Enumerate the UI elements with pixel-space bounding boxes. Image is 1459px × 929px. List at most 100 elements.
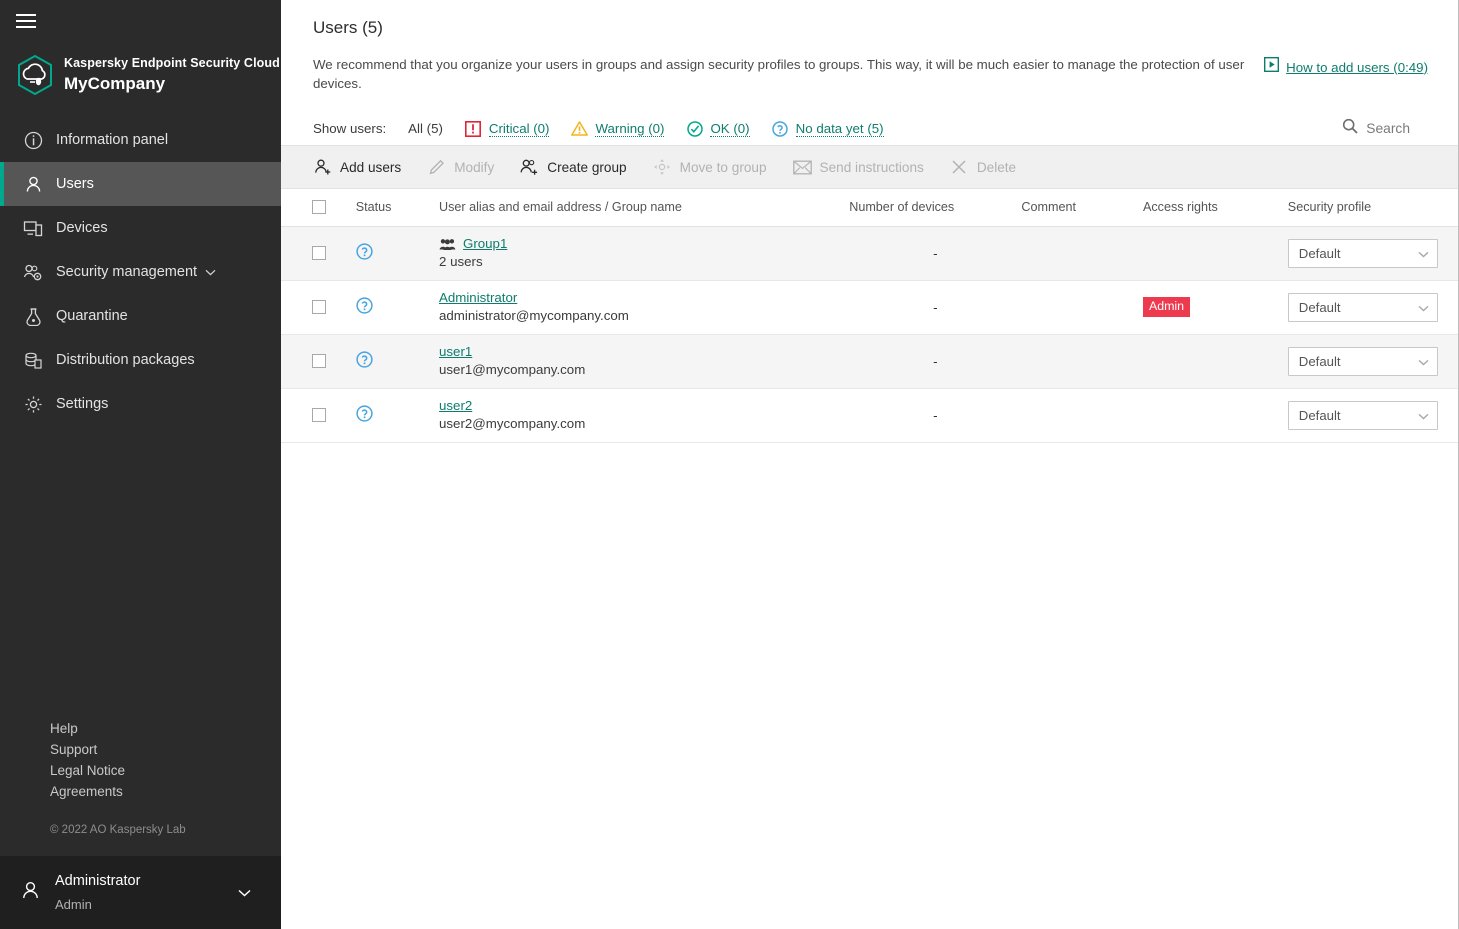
security-profile-select[interactable]: Default xyxy=(1288,347,1438,376)
sidebar-item-information-panel[interactable]: Information panel xyxy=(0,118,281,162)
row-checkbox[interactable] xyxy=(312,300,326,314)
warning-icon xyxy=(571,120,588,137)
users-table: Status User alias and email address / Gr… xyxy=(281,189,1458,443)
sidebar-item-users[interactable]: Users xyxy=(0,162,281,206)
table-row[interactable]: Administrator administrator@mycompany.co… xyxy=(281,280,1458,334)
current-user-role: Admin xyxy=(55,897,92,912)
table-row[interactable]: user1 user1@mycompany.com - Default xyxy=(281,334,1458,388)
security-management-icon xyxy=(22,261,44,283)
show-users-label: Show users: xyxy=(313,121,386,136)
row-comment-cell xyxy=(1021,334,1143,388)
critical-icon xyxy=(465,120,482,137)
main-content: Users (5) We recommend that you organize… xyxy=(281,0,1458,929)
agreements-link[interactable]: Agreements xyxy=(50,781,281,802)
user-name-link[interactable]: user2 xyxy=(439,397,472,415)
table-row[interactable]: user2 user2@mycompany.com - Default xyxy=(281,388,1458,442)
no-data-question-icon xyxy=(356,356,373,371)
product-name: Kaspersky Endpoint Security Cloud xyxy=(64,56,280,72)
toolbar-label: Send instructions xyxy=(820,160,924,175)
sidebar-item-devices[interactable]: Devices xyxy=(0,206,281,250)
chevron-down-icon xyxy=(1418,408,1429,423)
security-profile-value: Default xyxy=(1299,354,1341,369)
column-header-status: Status xyxy=(336,189,439,226)
no-data-question-icon xyxy=(356,248,373,263)
sidebar-item-distribution-packages[interactable]: Distribution packages xyxy=(0,338,281,382)
page-header: Users (5) We recommend that you organize… xyxy=(281,0,1458,93)
security-profile-select[interactable]: Default xyxy=(1288,239,1438,268)
row-devices-cell: - xyxy=(849,334,1021,388)
chevron-down-icon xyxy=(1418,300,1429,315)
user-icon xyxy=(20,880,44,906)
row-checkbox[interactable] xyxy=(312,408,326,422)
sidebar-item-label: Users xyxy=(56,176,94,192)
chevron-down-icon xyxy=(1418,354,1429,369)
sidebar-item-settings[interactable]: Settings xyxy=(0,382,281,426)
support-link[interactable]: Support xyxy=(50,739,281,760)
video-link-label: How to add users (0:49) xyxy=(1286,60,1428,75)
current-user-name: Administrator xyxy=(55,873,140,889)
row-status-cell xyxy=(336,388,439,442)
toolbar-label: Create group xyxy=(547,160,626,175)
row-checkbox[interactable] xyxy=(312,354,326,368)
column-header-name: User alias and email address / Group nam… xyxy=(439,189,849,226)
column-header-security-profile: Security profile xyxy=(1288,189,1458,226)
filter-critical[interactable]: Critical (0) xyxy=(465,120,550,137)
row-checkbox[interactable] xyxy=(312,246,326,260)
hamburger-menu-button[interactable] xyxy=(0,0,281,42)
help-link[interactable]: Help xyxy=(50,718,281,739)
sidebar-item-security-management[interactable]: Security management xyxy=(0,250,281,294)
row-name-cell: user1 user1@mycompany.com xyxy=(439,334,849,388)
security-profile-select[interactable]: Default xyxy=(1288,293,1438,322)
security-profile-value: Default xyxy=(1299,246,1341,261)
filter-no-data-yet[interactable]: No data yet (5) xyxy=(772,120,884,137)
filter-all[interactable]: All (5) xyxy=(408,121,443,136)
delete-button: Delete xyxy=(950,158,1016,177)
row-profile-cell: Default xyxy=(1288,334,1458,388)
row-access-rights-cell xyxy=(1143,226,1288,280)
add-user-icon xyxy=(313,158,332,177)
how-to-add-users-video-link[interactable]: How to add users (0:49) xyxy=(1264,55,1428,77)
current-user-menu[interactable]: Administrator Admin xyxy=(0,856,281,929)
devices-icon xyxy=(22,217,44,239)
security-profile-select[interactable]: Default xyxy=(1288,401,1438,430)
no-data-icon xyxy=(772,120,789,137)
row-comment-cell xyxy=(1021,226,1143,280)
create-group-icon xyxy=(520,158,539,177)
row-subtitle: user1@mycompany.com xyxy=(439,362,585,377)
select-all-checkbox[interactable] xyxy=(312,200,326,214)
row-name-cell: Administrator administrator@mycompany.co… xyxy=(439,280,849,334)
row-profile-cell: Default xyxy=(1288,226,1458,280)
table-row[interactable]: Group1 2 users - Default xyxy=(281,226,1458,280)
filter-warning[interactable]: Warning (0) xyxy=(571,120,664,137)
group-name-link[interactable]: Group1 xyxy=(463,235,507,253)
row-select-cell xyxy=(281,388,336,442)
chevron-down-icon[interactable] xyxy=(238,889,251,897)
add-users-button[interactable]: Add users xyxy=(313,158,401,177)
sidebar-item-label: Devices xyxy=(56,220,108,236)
row-select-cell xyxy=(281,226,336,280)
gear-icon xyxy=(22,393,44,415)
row-profile-cell: Default xyxy=(1288,388,1458,442)
filter-label: OK (0) xyxy=(710,121,749,137)
filter-label: Critical (0) xyxy=(489,121,550,137)
modify-button: Modify xyxy=(427,158,494,177)
create-group-button[interactable]: Create group xyxy=(520,158,626,177)
filter-label: Warning (0) xyxy=(595,121,664,137)
row-name-cell: Group1 2 users xyxy=(439,226,849,280)
group-icon xyxy=(439,238,456,251)
sidebar-item-quarantine[interactable]: Quarantine xyxy=(0,294,281,338)
search-button[interactable]: Search xyxy=(1342,118,1410,139)
user-name-link[interactable]: Administrator xyxy=(439,289,517,307)
row-access-rights-cell xyxy=(1143,334,1288,388)
row-status-cell xyxy=(336,280,439,334)
user-name-link[interactable]: user1 xyxy=(439,343,472,361)
info-circle-icon xyxy=(22,129,44,151)
search-icon xyxy=(1342,118,1358,139)
row-subtitle: 2 users xyxy=(439,254,483,269)
security-profile-value: Default xyxy=(1299,408,1341,423)
table-header-row: Status User alias and email address / Gr… xyxy=(281,189,1458,226)
sidebar-footer-links: Help Support Legal Notice Agreements xyxy=(0,718,281,810)
filter-ok[interactable]: OK (0) xyxy=(686,120,749,137)
legal-notice-link[interactable]: Legal Notice xyxy=(50,760,281,781)
packages-icon xyxy=(22,349,44,371)
